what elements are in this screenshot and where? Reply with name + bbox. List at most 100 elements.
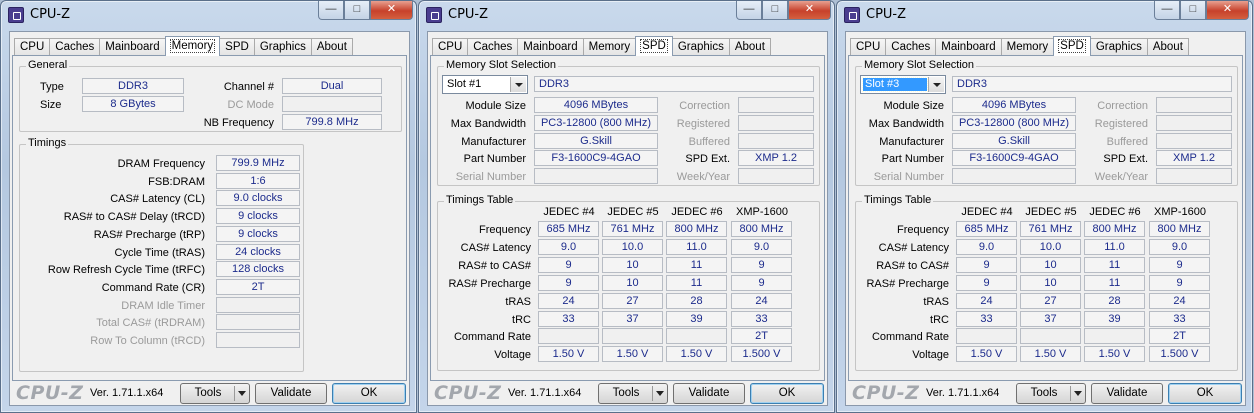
- nb-frequency-label: NB Frequency: [203, 117, 274, 129]
- maximize-button[interactable]: □: [1180, 1, 1206, 20]
- timings-table-title: Timings Table: [862, 194, 934, 206]
- cpuz-window-spd-slot1: CPU-Z — □ ✕ CPU Caches Mainboard Memory …: [418, 0, 835, 413]
- minimize-button[interactable]: —: [318, 1, 344, 20]
- title-bar[interactable]: CPU-Z — □ ✕: [1, 1, 416, 29]
- cpuz-window-memory: CPU-Z — □ ✕ CPU Caches Mainboard Memory …: [0, 0, 417, 413]
- timings-group-title: Timings: [26, 137, 69, 149]
- timing-label: Total CAS# (tRDRAM): [96, 317, 205, 330]
- tab-memory[interactable]: Memory: [582, 38, 637, 56]
- title-bar[interactable]: CPU-Z — □ ✕: [419, 1, 834, 29]
- tab-caches[interactable]: Caches: [467, 38, 519, 56]
- week-year-value: [1156, 168, 1232, 185]
- tab-graphics[interactable]: Graphics: [1089, 38, 1148, 56]
- spd-ext-value: XMP 1.2: [738, 150, 814, 167]
- maximize-button[interactable]: □: [762, 1, 788, 20]
- timings-cell: 1.500 V: [1149, 346, 1210, 363]
- correction-value: [738, 97, 814, 113]
- tab-caches[interactable]: Caches: [49, 38, 101, 56]
- ok-button[interactable]: OK: [1168, 383, 1242, 404]
- cpuz-app-icon: [8, 7, 24, 23]
- tab-about[interactable]: About: [1146, 38, 1189, 56]
- timing-value: 128 clocks: [216, 261, 300, 278]
- spd-ext-value: XMP 1.2: [1156, 150, 1232, 167]
- timings-row-label: tRAS: [505, 295, 531, 308]
- dropdown-arrow-icon: [656, 391, 664, 396]
- slot-select[interactable]: Slot #1: [442, 75, 528, 94]
- tab-about[interactable]: About: [310, 38, 353, 56]
- timings-cell: 9: [731, 274, 792, 291]
- timings-cell: 800 MHz: [1149, 221, 1210, 237]
- footer-bar: CPU-Z Ver. 1.71.1.x64 Tools Validate OK: [428, 380, 827, 405]
- timings-cell: 37: [1020, 310, 1081, 327]
- timings-cell: [666, 328, 727, 345]
- week-year-label: Week/Year: [676, 171, 730, 184]
- slot-select[interactable]: Slot #3: [860, 75, 946, 94]
- memory-type-value: DDR3: [952, 76, 1232, 92]
- timings-cell: 800 MHz: [1084, 221, 1145, 237]
- tools-button[interactable]: Tools: [1016, 383, 1086, 404]
- timings-column-header: JEDEC #6: [671, 206, 723, 218]
- validate-button[interactable]: Validate: [1091, 383, 1163, 404]
- timing-label: Command Rate (CR): [101, 281, 205, 294]
- timings-cell: 800 MHz: [731, 221, 792, 237]
- timings-column-header: JEDEC #4: [543, 206, 595, 218]
- tab-mainboard[interactable]: Mainboard: [99, 38, 166, 56]
- close-button[interactable]: ✕: [1206, 1, 1249, 20]
- timings-column-header: JEDEC #5: [1025, 206, 1077, 218]
- timings-cell: 800 MHz: [666, 221, 727, 237]
- dc-mode-label: DC Mode: [227, 99, 274, 111]
- tab-memory[interactable]: Memory: [164, 36, 221, 56]
- tools-button[interactable]: Tools: [598, 383, 668, 404]
- tab-spd[interactable]: SPD: [635, 36, 673, 56]
- timings-row-label: tRAS: [923, 295, 949, 308]
- tab-spd[interactable]: SPD: [219, 38, 255, 56]
- tab-cpu[interactable]: CPU: [432, 38, 469, 56]
- close-button[interactable]: ✕: [370, 1, 413, 20]
- tab-memory[interactable]: Memory: [1000, 38, 1055, 56]
- minimize-button[interactable]: —: [1154, 1, 1180, 20]
- tab-mainboard[interactable]: Mainboard: [935, 38, 1002, 56]
- timings-cell: 24: [1149, 292, 1210, 309]
- timing-label: Row Refresh Cycle Time (tRFC): [47, 264, 205, 277]
- tab-about[interactable]: About: [728, 38, 771, 56]
- validate-button[interactable]: Validate: [255, 383, 327, 404]
- footer-bar: CPU-Z Ver. 1.71.1.x64 Tools Validate OK: [846, 380, 1245, 405]
- maximize-button[interactable]: □: [344, 1, 370, 20]
- cpuz-window-spd-slot3: CPU-Z — □ ✕ CPU Caches Mainboard Memory …: [836, 0, 1253, 413]
- week-year-value: [738, 168, 814, 185]
- client-area: CPU Caches Mainboard Memory SPD Graphics…: [9, 31, 410, 406]
- minimize-button[interactable]: —: [736, 1, 762, 20]
- tools-button[interactable]: Tools: [180, 383, 250, 404]
- tab-spd[interactable]: SPD: [1053, 36, 1091, 56]
- tab-strip: CPU Caches Mainboard Memory SPD Graphics…: [850, 36, 1189, 56]
- timings-cell: 1.50 V: [602, 346, 663, 363]
- manufacturer-label: Manufacturer: [879, 135, 944, 148]
- timings-cell: 9: [1149, 256, 1210, 273]
- tab-mainboard[interactable]: Mainboard: [517, 38, 584, 56]
- timings-cell: 1.500 V: [731, 346, 792, 363]
- max-bandwidth-value: PC3-12800 (800 MHz): [952, 114, 1076, 131]
- tab-cpu[interactable]: CPU: [850, 38, 887, 56]
- ok-button[interactable]: OK: [750, 383, 824, 404]
- spd-ext-label: SPD Ext.: [685, 153, 730, 166]
- channel-value: Dual: [282, 78, 382, 94]
- timings-cell: 27: [1020, 292, 1081, 309]
- validate-button[interactable]: Validate: [673, 383, 745, 404]
- timing-label: RAS# Precharge (tRP): [93, 228, 205, 241]
- tab-cpu[interactable]: CPU: [14, 38, 51, 56]
- tab-graphics[interactable]: Graphics: [253, 38, 312, 56]
- timings-cell: 2T: [731, 328, 792, 345]
- close-button[interactable]: ✕: [788, 1, 831, 20]
- registered-value: [1156, 114, 1232, 131]
- title-bar[interactable]: CPU-Z — □ ✕: [837, 1, 1252, 29]
- ok-button[interactable]: OK: [332, 383, 406, 404]
- timings-cell: 9.0: [731, 238, 792, 255]
- timings-cell: 685 MHz: [956, 221, 1017, 237]
- tab-caches[interactable]: Caches: [885, 38, 937, 56]
- timings-column-header: XMP-1600: [736, 206, 788, 218]
- module-size-label: Module Size: [883, 100, 944, 112]
- version-label: Ver. 1.71.1.x64: [90, 387, 164, 399]
- timings-cell: 11.0: [666, 238, 727, 255]
- timings-cell: 39: [666, 310, 727, 327]
- tab-graphics[interactable]: Graphics: [671, 38, 730, 56]
